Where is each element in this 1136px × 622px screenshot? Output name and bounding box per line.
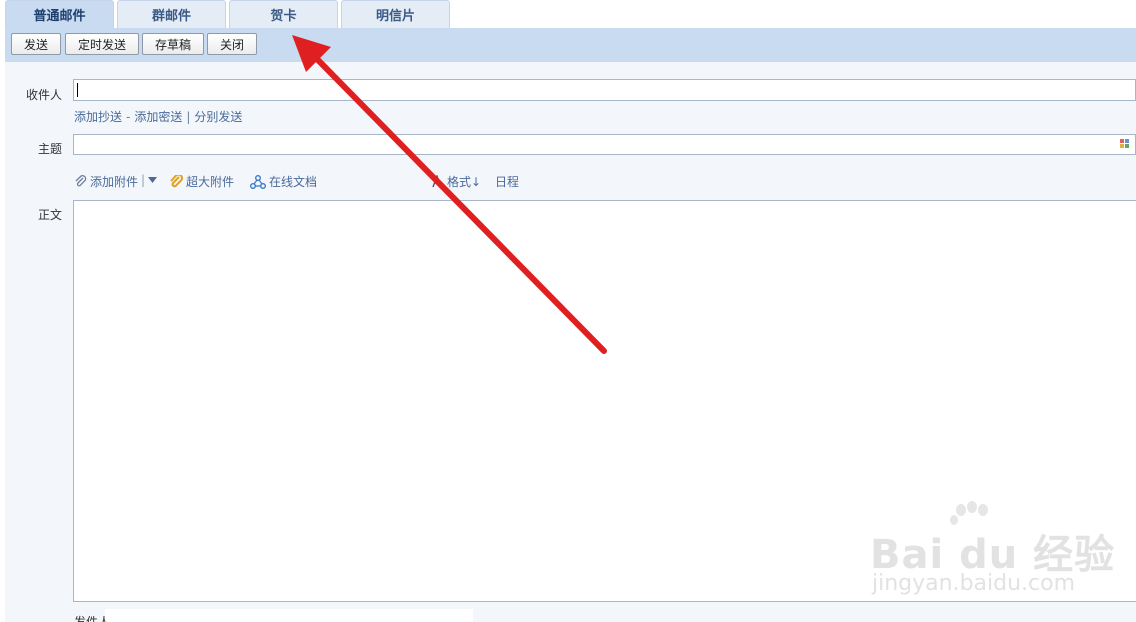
tab-label: 群邮件 [151, 9, 191, 24]
grid-icon[interactable] [1120, 139, 1129, 148]
compose-form: 收件人 添加抄送 - 添加密送 | 分别发送 主题 添加附件 | 超大附件 在线… [5, 62, 1136, 622]
sender-select[interactable] [105, 609, 473, 622]
schedule-button[interactable]: 日程 [495, 173, 519, 190]
compose-toolbar: 发送 定时发送 存草稿 关闭 [5, 28, 1136, 62]
large-attachment-icon [170, 174, 183, 187]
online-doc-icon [250, 174, 266, 189]
close-button[interactable]: 关闭 [207, 33, 257, 55]
body-editor[interactable] [73, 200, 1136, 602]
format-button[interactable]: 格式↓ [430, 173, 481, 190]
separator: - [126, 110, 131, 124]
online-doc-button[interactable]: 在线文档 [250, 173, 317, 190]
sender-label: 发件人 [74, 615, 111, 622]
body-label: 正文 [38, 208, 63, 222]
text-caret [77, 83, 78, 97]
separate-send-link[interactable]: 分别发送 [194, 110, 242, 124]
recipient-options: 添加抄送 - 添加密送 | 分别发送 [74, 108, 242, 125]
format-label: 格式↓ [447, 175, 482, 189]
tab-label: 贺卡 [270, 9, 297, 24]
tab-label: 明信片 [375, 9, 415, 24]
separator: | [141, 173, 146, 187]
compose-tabs: 普通邮件 群邮件 贺卡 明信片 [5, 0, 1136, 28]
add-attachment-label: 添加附件 [90, 175, 139, 189]
tab-normal-mail[interactable]: 普通邮件 [5, 0, 114, 28]
to-label: 收件人 [26, 88, 63, 102]
attachment-dropdown[interactable]: | [141, 173, 158, 187]
schedule-label: 日程 [495, 175, 520, 189]
chevron-down-icon [148, 177, 158, 183]
tab-group-mail[interactable]: 群邮件 [117, 0, 226, 28]
separator: | [186, 110, 191, 124]
format-icon [432, 175, 442, 188]
subject-label: 主题 [38, 142, 63, 156]
large-attachment-label: 超大附件 [186, 175, 235, 189]
add-bcc-link[interactable]: 添加密送 [134, 110, 182, 124]
tab-greeting-card[interactable]: 贺卡 [229, 0, 338, 28]
online-doc-label: 在线文档 [269, 175, 318, 189]
paperclip-icon [75, 175, 87, 187]
add-attachment-button[interactable]: 添加附件 [74, 173, 138, 190]
subject-input[interactable] [73, 134, 1136, 155]
add-cc-link[interactable]: 添加抄送 [74, 110, 122, 124]
tab-postcard[interactable]: 明信片 [341, 0, 450, 28]
scheduled-send-button[interactable]: 定时发送 [65, 33, 139, 55]
save-draft-button[interactable]: 存草稿 [142, 33, 204, 55]
send-button[interactable]: 发送 [11, 33, 61, 55]
large-attachment-button[interactable]: 超大附件 [169, 173, 234, 190]
tab-label: 普通邮件 [33, 9, 86, 24]
to-input[interactable] [73, 79, 1136, 101]
